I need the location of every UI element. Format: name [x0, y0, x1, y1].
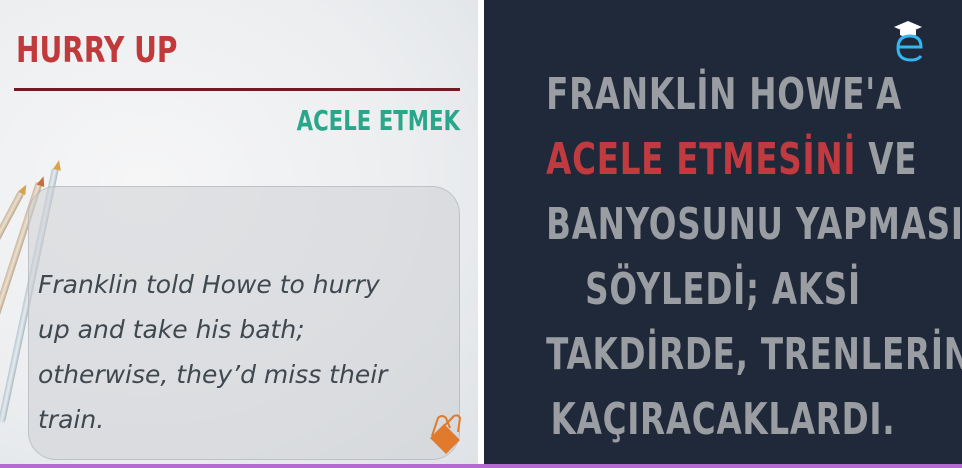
page-title: HURRY UP	[16, 30, 178, 71]
turkish-translation: FRANKLİN HOWE'A ACELE ETMESİNİ VE BANYOS…	[484, 62, 962, 452]
translation-line: TAKDİRDE, TRENLERİNİ	[546, 329, 962, 380]
translation-subtitle: ACELE ETMEK	[296, 104, 460, 137]
example-sentence: Franklin told Howe to hurry up and take …	[38, 262, 438, 442]
pencil-tip-icon	[36, 175, 48, 187]
translation-line: BANYOSUNU YAPMASINI	[546, 199, 962, 250]
binder-clip-icon	[430, 414, 462, 454]
translation-line: ACELE ETMESİNİ VE	[546, 127, 916, 192]
title-underline	[14, 88, 460, 91]
left-panel: HURRY UP ACELE ETMEK Franklin told Howe …	[0, 0, 478, 468]
translation-fragment: VE	[856, 134, 918, 185]
e-logo-icon	[894, 21, 923, 62]
pencil-tip-icon	[53, 159, 63, 171]
sentence-line: otherwise, they’d miss their	[38, 360, 388, 389]
bottom-accent-bar	[0, 464, 962, 468]
translation-line: FRANKLİN HOWE'A	[546, 69, 902, 120]
translation-line: SÖYLEDİ; AKSİ	[585, 264, 861, 315]
highlighted-phrase: ACELE ETMESİNİ	[546, 134, 857, 185]
sentence-line: Franklin told Howe to hurry	[38, 270, 380, 299]
translation-line: KAÇIRACAKLARDI.	[550, 394, 896, 445]
sentence-line: up and take his bath;	[38, 315, 305, 344]
sentence-line: train.	[38, 405, 105, 434]
